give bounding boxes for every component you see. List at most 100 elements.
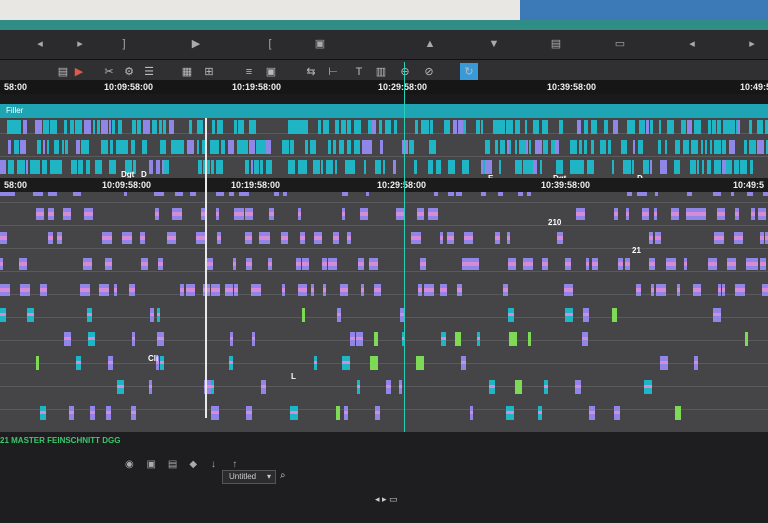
video-clip[interactable] xyxy=(298,120,305,134)
video-clip[interactable] xyxy=(570,160,577,174)
audio-waveform[interactable] xyxy=(625,262,630,266)
tag-icon[interactable]: ◆ xyxy=(189,459,201,471)
audio-waveform[interactable] xyxy=(160,361,164,364)
cut-icon[interactable]: ✂ xyxy=(100,63,118,81)
video-clip[interactable] xyxy=(335,160,337,174)
audio-waveform[interactable] xyxy=(375,411,380,414)
text-icon[interactable]: ⊢ xyxy=(324,63,342,81)
audio-waveform[interactable] xyxy=(76,361,81,364)
video-clip[interactable] xyxy=(683,140,689,154)
video-clip[interactable] xyxy=(55,160,62,174)
audio-waveform[interactable] xyxy=(356,337,363,340)
play-icon[interactable]: ▶ xyxy=(188,36,204,52)
video-clip[interactable] xyxy=(665,140,667,154)
audio-clip[interactable] xyxy=(515,380,522,394)
video-clip[interactable] xyxy=(613,120,618,134)
video-clip[interactable] xyxy=(379,160,381,174)
audio-waveform[interactable] xyxy=(396,212,404,216)
audio-waveform[interactable] xyxy=(583,313,589,316)
audio-waveform[interactable] xyxy=(0,288,10,292)
audio-waveform[interactable] xyxy=(300,236,305,240)
audio-waveform[interactable] xyxy=(457,288,462,292)
audio-waveform[interactable] xyxy=(671,212,679,216)
video-clip[interactable] xyxy=(515,160,522,174)
audio-waveform[interactable] xyxy=(155,212,159,216)
video-clip[interactable] xyxy=(78,160,83,174)
video-clip[interactable] xyxy=(187,140,194,154)
video-clip[interactable] xyxy=(540,160,542,174)
video-clip[interactable] xyxy=(62,140,64,154)
video-clip[interactable] xyxy=(707,160,711,174)
video-clip[interactable] xyxy=(101,120,108,134)
audio-waveform[interactable] xyxy=(418,288,422,292)
audio-waveform[interactable] xyxy=(90,411,95,414)
audio-clip[interactable] xyxy=(302,308,305,322)
video-clip[interactable] xyxy=(35,120,42,134)
video-clip[interactable] xyxy=(221,140,225,154)
audio-waveform[interactable] xyxy=(708,262,717,266)
audio-waveform[interactable] xyxy=(83,262,92,266)
video-clip[interactable] xyxy=(690,160,696,174)
audio-waveform[interactable] xyxy=(84,212,93,216)
audio-waveform[interactable] xyxy=(269,212,274,216)
audio-clip[interactable] xyxy=(416,356,424,370)
video-clip[interactable] xyxy=(43,140,45,154)
video-clip[interactable] xyxy=(542,120,548,134)
video-clip[interactable] xyxy=(526,140,528,154)
video-clip[interactable] xyxy=(481,120,483,134)
video-clip[interactable] xyxy=(84,120,91,134)
video-clip[interactable] xyxy=(543,140,548,154)
video-clip[interactable] xyxy=(323,120,329,134)
video-clip[interactable] xyxy=(178,140,184,154)
video-clip[interactable] xyxy=(674,160,680,174)
video-clip[interactable] xyxy=(646,120,649,134)
video-clip[interactable] xyxy=(321,160,323,174)
audio-waveform[interactable] xyxy=(157,337,164,340)
video-clip[interactable] xyxy=(310,140,316,154)
audio-waveform[interactable] xyxy=(592,262,598,266)
video-clip[interactable] xyxy=(215,140,219,154)
settings-icon[interactable]: ▤ xyxy=(548,36,564,52)
audio-waveform[interactable] xyxy=(322,262,327,266)
audio-waveform[interactable] xyxy=(469,262,479,266)
video-clip[interactable] xyxy=(347,140,351,154)
audio-waveform[interactable] xyxy=(311,288,314,292)
audio-waveform[interactable] xyxy=(614,411,620,414)
video-clip[interactable] xyxy=(409,140,414,154)
audio-waveform[interactable] xyxy=(344,411,348,414)
audio-waveform[interactable] xyxy=(758,212,766,216)
audio-waveform[interactable] xyxy=(477,337,480,340)
audio-waveform[interactable] xyxy=(225,288,233,292)
video-clip[interactable] xyxy=(50,120,57,134)
video-clip[interactable] xyxy=(354,140,360,154)
video-clip[interactable] xyxy=(476,120,480,134)
audio-waveform[interactable] xyxy=(686,212,696,216)
audio-waveform[interactable] xyxy=(233,262,236,266)
video-clip[interactable] xyxy=(171,140,178,154)
audio-waveform[interactable] xyxy=(267,236,270,240)
video-clip[interactable] xyxy=(143,120,150,134)
audio-waveform[interactable] xyxy=(614,212,618,216)
video-clip[interactable] xyxy=(152,120,157,134)
video-clip[interactable] xyxy=(499,120,505,134)
audio-waveform[interactable] xyxy=(48,236,53,240)
video-clip[interactable] xyxy=(444,120,450,134)
audio-waveform[interactable] xyxy=(259,236,267,240)
audio-waveform[interactable] xyxy=(230,337,233,340)
audio-waveform[interactable] xyxy=(399,385,402,388)
audio-waveform[interactable] xyxy=(360,212,368,216)
audio-waveform[interactable] xyxy=(713,313,721,316)
audio-clip[interactable] xyxy=(455,332,461,346)
audio-waveform[interactable] xyxy=(105,262,112,266)
video-clip[interactable] xyxy=(744,140,747,154)
video-clip[interactable] xyxy=(485,160,492,174)
no-icon[interactable]: ⊖ xyxy=(396,63,414,81)
audio-waveform[interactable] xyxy=(564,288,573,292)
video-clip[interactable] xyxy=(93,120,95,134)
audio-waveform[interactable] xyxy=(245,236,252,240)
audio-waveform[interactable] xyxy=(48,212,54,216)
audio-waveform[interactable] xyxy=(19,262,27,266)
audio-waveform[interactable] xyxy=(357,385,360,388)
audio-waveform[interactable] xyxy=(618,262,623,266)
video-clip[interactable] xyxy=(149,160,153,174)
